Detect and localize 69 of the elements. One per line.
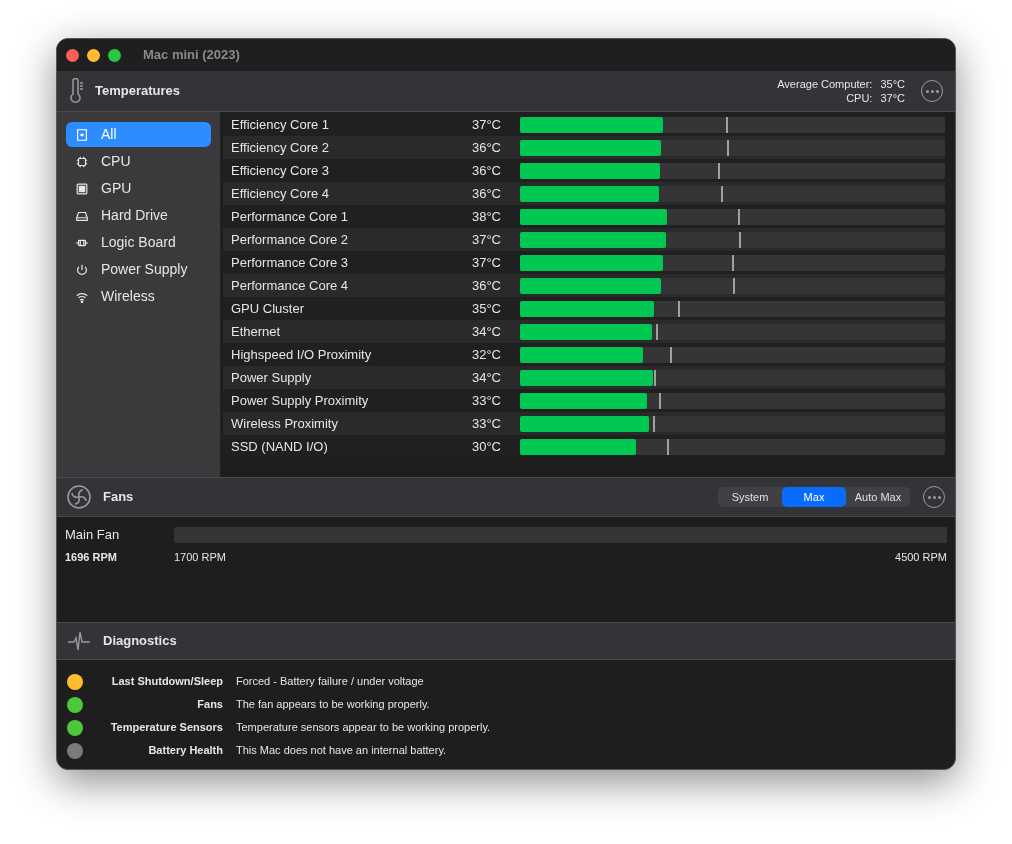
sensor-reading: 36°C — [470, 161, 501, 180]
power-icon — [75, 262, 89, 277]
sensor-reading: 34°C — [470, 322, 501, 341]
fan-current-speed: 1696 RPM — [65, 549, 118, 565]
diagnostic-message: Temperature sensors appear to be working properly. — [236, 720, 491, 736]
summary-value: 35°C — [880, 77, 905, 91]
sensor-frame-icon — [75, 127, 89, 142]
sidebar-item[interactable]: Wireless — [66, 284, 211, 309]
summary-value: 37°C — [880, 91, 905, 105]
close-button[interactable] — [66, 48, 79, 62]
sensor-name: Efficiency Core 4 — [230, 184, 331, 203]
sidebar-item[interactable]: Logic Board — [66, 230, 211, 255]
mode-tab[interactable]: System — [718, 487, 782, 507]
sensor-reading: 36°C — [470, 138, 501, 157]
sensor-reading: 32°C — [470, 345, 501, 364]
sensor-name: Ethernet — [230, 322, 282, 341]
sensor-name: Efficiency Core 2 — [230, 138, 331, 157]
diagnostic-label: Fans — [196, 697, 223, 713]
sensor-reading: 36°C — [470, 276, 501, 295]
sensor-reading: 33°C — [470, 391, 501, 410]
thermometer-icon — [69, 78, 85, 104]
sensor-reading: 35°C — [470, 299, 501, 318]
diagnostic-message: This Mac does not have an internal battery. — [236, 743, 447, 759]
section-title: Fans — [103, 488, 134, 507]
summary-label: Average Computer: — [777, 77, 873, 91]
minimize-button[interactable] — [87, 48, 100, 62]
pulse-icon — [67, 630, 91, 652]
fan-max-speed: 4500 RPM — [895, 549, 947, 565]
sidebar-item[interactable]: CPU — [66, 149, 211, 174]
summary-label: CPU: — [845, 91, 873, 105]
sensor-reading: 37°C — [470, 115, 501, 134]
sensor-name: Efficiency Core 3 — [230, 161, 331, 180]
window-title: Mac mini (2023) — [143, 46, 240, 65]
zoom-button[interactable] — [108, 48, 121, 62]
fan-min-speed: 1700 RPM — [174, 549, 227, 565]
sidebar-item[interactable]: Hard Drive — [66, 203, 211, 228]
sensor-name: Performance Core 1 — [230, 207, 350, 226]
sensor-name: Performance Core 2 — [230, 230, 350, 249]
fan-name: Main Fan — [65, 526, 121, 544]
sensor-name: Power Supply Proximity — [230, 391, 370, 410]
diagnostic-message: Forced - Battery failure / under voltage — [236, 674, 424, 690]
sensor-reading: 37°C — [470, 230, 501, 249]
sensor-name: Efficiency Core 1 — [230, 115, 331, 134]
diagnostic-message: The fan appears to be working properly. — [236, 697, 430, 713]
sensor-reading: 30°C — [470, 437, 501, 456]
sensor-reading: 34°C — [470, 368, 501, 387]
sensor-reading: 37°C — [470, 253, 501, 272]
sensor-name: Wireless Proximity — [230, 414, 339, 433]
sidebar-item[interactable]: GPU — [66, 176, 211, 201]
sensor-name: Performance Core 4 — [230, 276, 350, 295]
section-title: Temperatures — [95, 82, 180, 101]
sidebar-item[interactable]: Power Supply — [66, 257, 211, 282]
sensor-name: GPU Cluster — [230, 299, 305, 318]
mode-tab[interactable]: Max — [782, 487, 846, 507]
mode-tab[interactable]: Auto Max — [846, 487, 910, 507]
fan-icon — [67, 485, 91, 509]
gpu-icon — [75, 181, 89, 196]
sensor-name: Power Supply — [230, 368, 313, 387]
sensor-reading: 38°C — [470, 207, 501, 226]
sensor-name: Highspeed I/O Proximity — [230, 345, 373, 364]
sensor-reading: 33°C — [470, 414, 501, 433]
sensor-name: Performance Core 3 — [230, 253, 350, 272]
sensor-name: SSD (NAND I/O) — [230, 437, 329, 456]
section-title: Diagnostics — [103, 632, 177, 651]
diagnostic-label: Battery Health — [147, 743, 223, 759]
sensor-reading: 36°C — [470, 184, 501, 203]
diagnostic-label: Temperature Sensors — [109, 720, 223, 736]
diagnostic-label: Last Shutdown/Sleep — [110, 674, 223, 690]
chip-icon — [75, 154, 89, 169]
